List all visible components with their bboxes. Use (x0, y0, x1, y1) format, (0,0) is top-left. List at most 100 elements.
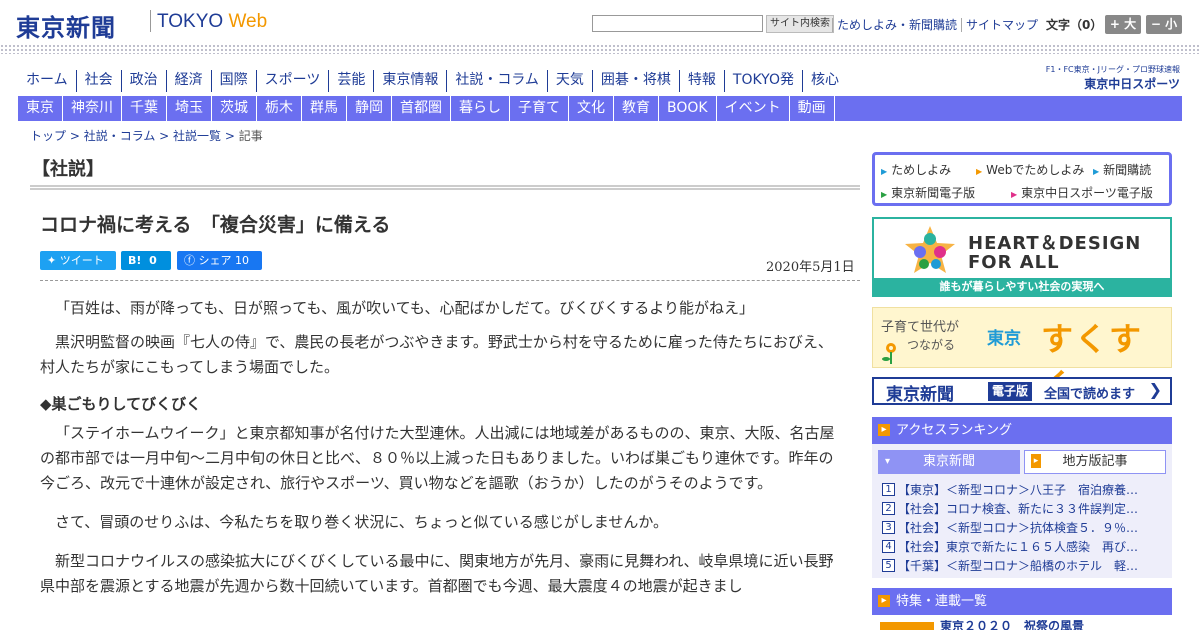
region-parenting[interactable]: 子育て (510, 96, 569, 121)
section-title: 【社説】 (32, 159, 104, 180)
nav-weather[interactable]: 天気 (546, 70, 592, 92)
region-kanagawa[interactable]: 神奈川 (63, 96, 122, 121)
font-size-label: 文字（0） (1046, 18, 1103, 32)
region-culture[interactable]: 文化 (569, 96, 614, 121)
breadcrumb: トップ > 社説・コラム > 社説一覧 > 記事 (30, 127, 263, 144)
ep-tagline: 全国で読めます (1044, 387, 1136, 402)
region-gunma[interactable]: 群馬 (302, 96, 347, 121)
digital-edition-banner[interactable]: 東京新聞 電子版 全国で読めます ❯ (872, 377, 1172, 405)
ranking-list: 1 【東京】＜新型コロナ＞八王子 宿泊療養… 2 【社会】コロナ検査、新たに３３件誤… (882, 480, 1166, 575)
site-search-input[interactable] (592, 15, 763, 32)
nav-home[interactable]: ホーム (18, 70, 76, 92)
site-search-button[interactable]: サイト内検索 (766, 15, 834, 33)
region-chiba[interactable]: 千葉 (122, 96, 167, 121)
nav-core[interactable]: 核心 (801, 70, 847, 92)
breadcrumb-editorial-list[interactable]: 社説一覧 (173, 129, 221, 143)
subscription-links-box: ためしよみ Webでためしよみ 新聞購読 東京新聞電子版 東京中日スポーツ電子版 (872, 152, 1172, 206)
chunichi-sports-logo[interactable]: F1・FC東京・Jリーグ・プロ野球速報 東京中日スポーツ (1026, 64, 1180, 91)
region-education[interactable]: 教育 (614, 96, 659, 121)
ranking-item[interactable]: 2 【社会】コロナ検査、新たに３３件誤判定… (882, 499, 1166, 518)
sports-logo-name: 東京中日スポーツ (1084, 77, 1180, 91)
region-book[interactable]: BOOK (659, 96, 717, 121)
publish-date: 2020年5月1日 (766, 260, 855, 275)
hatena-label: B! (128, 254, 142, 267)
logo-web: Web (228, 11, 268, 32)
site-header: 東京新聞 TOKYO Web サイト内検索 ためしよみ・新聞購読 サイトマップ 文… (0, 0, 1200, 46)
region-tochigi[interactable]: 栃木 (257, 96, 302, 121)
heart-design-caption: 誰もが暮らしやすい社会の実現へ (874, 278, 1170, 295)
link-sitemap[interactable]: サイトマップ (961, 18, 1043, 32)
font-larger-button[interactable]: + 大 (1105, 15, 1141, 34)
breadcrumb-top[interactable]: トップ (30, 129, 66, 143)
font-smaller-button[interactable]: − 小 (1146, 15, 1182, 34)
ranking-panel: 東京新聞 地方版記事 1【東京】＜新型コロナ＞八王子 宿泊療養… 2【社会】コロ… (872, 444, 1172, 578)
ranking-number: 2 (882, 502, 895, 515)
breadcrumb-sep: > (221, 129, 239, 143)
nav-editorial-column[interactable]: 社説・コラム (446, 70, 547, 92)
ranking-tab-tokyo[interactable]: 東京新聞 (878, 450, 1020, 474)
heart-design-subtitle: FOR ALL (968, 252, 1060, 273)
region-saitama[interactable]: 埼玉 (167, 96, 212, 121)
link-trial-subscribe[interactable]: ためしよみ・新聞購読 (832, 18, 962, 32)
region-living[interactable]: 暮らし (451, 96, 510, 121)
ranking-title: 【千葉】＜新型コロナ＞船橋のホテル 軽… (898, 559, 1139, 573)
sukusuku-tagline-1: 子育て世代が (881, 320, 960, 335)
breadcrumb-sep: > (155, 129, 174, 143)
hatena-bookmark-button[interactable]: B! 0 (121, 251, 171, 270)
tokyo-sukusuku-banner[interactable]: 子育て世代が つながる 東京 すくすく (872, 307, 1172, 404)
nav-entertainment[interactable]: 芸能 (328, 70, 373, 92)
tweet-button[interactable]: ✦ ツイート (40, 251, 116, 270)
nav-tokyo-info[interactable]: 東京情報 (373, 70, 446, 92)
nav-tokyo-hatsu[interactable]: TOKYO発 (723, 70, 802, 92)
ranking-tab-regional[interactable]: 地方版記事 (1024, 450, 1166, 474)
link-digital-edition[interactable]: 東京新聞電子版 (881, 184, 975, 201)
ranking-item[interactable]: 5 【千葉】＜新型コロナ＞船橋のホテル 軽… (882, 556, 1166, 575)
link-web-trial[interactable]: Webでためしよみ (976, 161, 1084, 178)
nav-economy[interactable]: 経済 (165, 70, 211, 92)
site-logo-sub[interactable]: TOKYO Web (157, 11, 267, 33)
link-trial[interactable]: ためしよみ (881, 161, 951, 178)
site-logo[interactable]: 東京新聞 (16, 8, 116, 43)
facebook-icon: ⓕ (184, 254, 199, 267)
logo-tokyo: TOKYO (157, 11, 224, 32)
nav-sports[interactable]: スポーツ (255, 70, 329, 92)
nav-politics[interactable]: 政治 (120, 70, 166, 92)
facebook-share-button[interactable]: ⓕ シェア 10 (177, 251, 262, 270)
heart-design-banner[interactable]: HEART＆DESIGN FOR ALL 誰もが暮らしやすい社会の実現へ (872, 217, 1172, 297)
subheading: ◆巣ごもりしてびくびく (40, 395, 202, 413)
region-ibaraki[interactable]: 茨城 (212, 96, 257, 121)
ranking-item[interactable]: 4 【社会】東京で新たに１６５人感染 再び… (882, 537, 1166, 556)
heart-design-logo-icon (905, 226, 955, 273)
facebook-share-count: 10 (235, 254, 249, 267)
ranking-number: 5 (882, 559, 895, 572)
feature-item[interactable]: 東京２０２０ 祝祭の風景 (878, 620, 1168, 630)
section-divider (30, 185, 860, 190)
breadcrumb-editorial-column[interactable]: 社説・コラム (84, 129, 156, 143)
link-sports-digital[interactable]: 東京中日スポーツ電子版 (1011, 184, 1153, 201)
ep-logo: 東京新聞 (886, 385, 954, 405)
link-subscribe[interactable]: 新聞購読 (1093, 161, 1151, 178)
region-tokyo[interactable]: 東京 (18, 96, 63, 121)
nav-go-shogi[interactable]: 囲碁・将棋 (591, 70, 679, 92)
breadcrumb-sep: > (66, 129, 84, 143)
nav-international[interactable]: 国際 (210, 70, 256, 92)
region-event[interactable]: イベント (717, 96, 790, 121)
region-shutoken[interactable]: 首都圏 (392, 96, 451, 121)
region-video[interactable]: 動画 (790, 96, 835, 121)
chevron-right-icon: ❯ (1148, 380, 1162, 399)
flower-icon (882, 343, 896, 364)
ranking-item[interactable]: 1 【東京】＜新型コロナ＞八王子 宿泊療養… (882, 480, 1166, 499)
article-divider (40, 280, 860, 281)
logo-divider (150, 10, 151, 32)
ranking-item[interactable]: 3 【社会】＜新型コロナ＞抗体検査５．９％… (882, 518, 1166, 537)
ranking-number: 3 (882, 521, 895, 534)
paragraph: 黒沢明監督の映画『七人の侍』で、農民の長老がつぶやきます。野武士から村を守るため… (40, 333, 833, 376)
paragraph: 新型コロナウイルスの感染拡大にびくびくしている最中に、関東地方が先月、豪雨に見舞… (40, 552, 834, 595)
paragraph: さて、冒頭のせりふは、今私たちを取り巻く状況に、ちょっと似ている感じがしませんか… (55, 513, 669, 531)
facebook-share-label: シェア (198, 254, 232, 267)
hatena-count: 0 (149, 254, 157, 267)
ranking-title: 【東京】＜新型コロナ＞八王子 宿泊療養… (898, 483, 1139, 497)
nav-society[interactable]: 社会 (75, 70, 121, 92)
region-shizuoka[interactable]: 静岡 (347, 96, 392, 121)
nav-special-report[interactable]: 特報 (678, 70, 724, 92)
